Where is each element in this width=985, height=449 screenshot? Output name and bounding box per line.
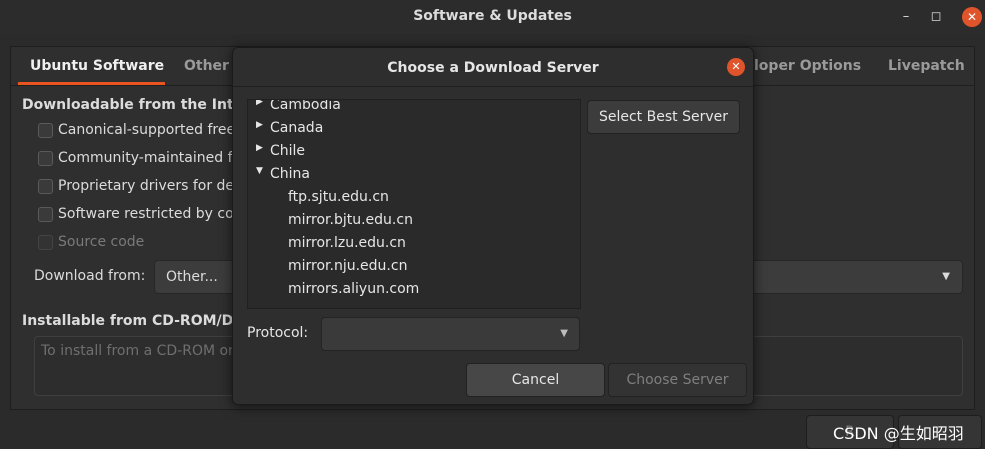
choose-server-button[interactable]: Choose Server: [608, 363, 747, 397]
window-titlebar: Software & Updates – ◻ ✕: [0, 0, 985, 34]
watermark: CSDN @生如昭羽: [833, 424, 964, 443]
check-label: Canonical-supported free: [58, 122, 236, 138]
tab-ubuntu-software[interactable]: Ubuntu Software: [30, 58, 164, 74]
checkbox[interactable]: [38, 151, 53, 166]
maximize-icon[interactable]: ◻: [926, 7, 946, 27]
checkbox: [38, 235, 53, 250]
dialog-title: Choose a Download Server: [387, 60, 599, 76]
checkbox[interactable]: [38, 207, 53, 222]
expander-down-icon[interactable]: ▼: [256, 166, 268, 176]
tab-livepatch[interactable]: Livepatch: [888, 58, 965, 74]
dialog-separator: [233, 86, 753, 87]
dropdown-arrow-icon: ▼: [560, 328, 568, 339]
cdrom-section-title: Installable from CD-ROM/DVI: [22, 313, 250, 329]
protocol-label: Protocol:: [247, 325, 309, 341]
download-server-dialog: Choose a Download Server ✕ ▶ Cambodia ▶ …: [232, 47, 754, 405]
dropdown-arrow-icon: ▼: [942, 271, 950, 282]
server-tree[interactable]: ▶ Cambodia ▶ Canada ▶ Chile ▼ China ftp.…: [247, 99, 581, 309]
check-label: Source code: [58, 234, 145, 250]
minimize-icon[interactable]: –: [896, 7, 916, 27]
checkbox[interactable]: [38, 179, 53, 194]
close-icon[interactable]: ✕: [962, 7, 982, 27]
protocol-select[interactable]: ▼: [321, 317, 580, 351]
expander-right-icon[interactable]: ▶: [256, 143, 268, 153]
tab-other-software[interactable]: Other: [184, 58, 229, 74]
close-icon[interactable]: ✕: [727, 58, 745, 76]
cancel-button[interactable]: Cancel: [466, 363, 605, 397]
check-label: Software restricted by cop: [58, 206, 243, 222]
download-from-value: Other...: [166, 269, 218, 285]
checkbox[interactable]: [38, 123, 53, 138]
select-best-server-button[interactable]: Select Best Server: [587, 100, 740, 134]
expander-right-icon[interactable]: ▶: [256, 100, 268, 107]
window-title: Software & Updates: [413, 8, 572, 24]
download-from-label: Download from:: [34, 268, 146, 284]
check-label: Proprietary drivers for de: [58, 178, 235, 194]
check-label: Community-maintained fr: [58, 150, 239, 166]
downloadable-section-title: Downloadable from the Inter: [22, 97, 251, 113]
expander-right-icon[interactable]: ▶: [256, 120, 268, 130]
cdrom-placeholder: To install from a CD-ROM or I: [41, 343, 243, 359]
tab-developer-options[interactable]: loper Options: [754, 58, 861, 74]
